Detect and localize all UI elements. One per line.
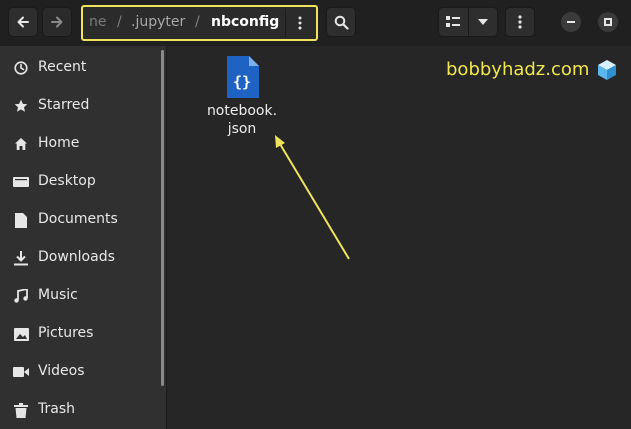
annotation-arrow: [275, 135, 350, 260]
